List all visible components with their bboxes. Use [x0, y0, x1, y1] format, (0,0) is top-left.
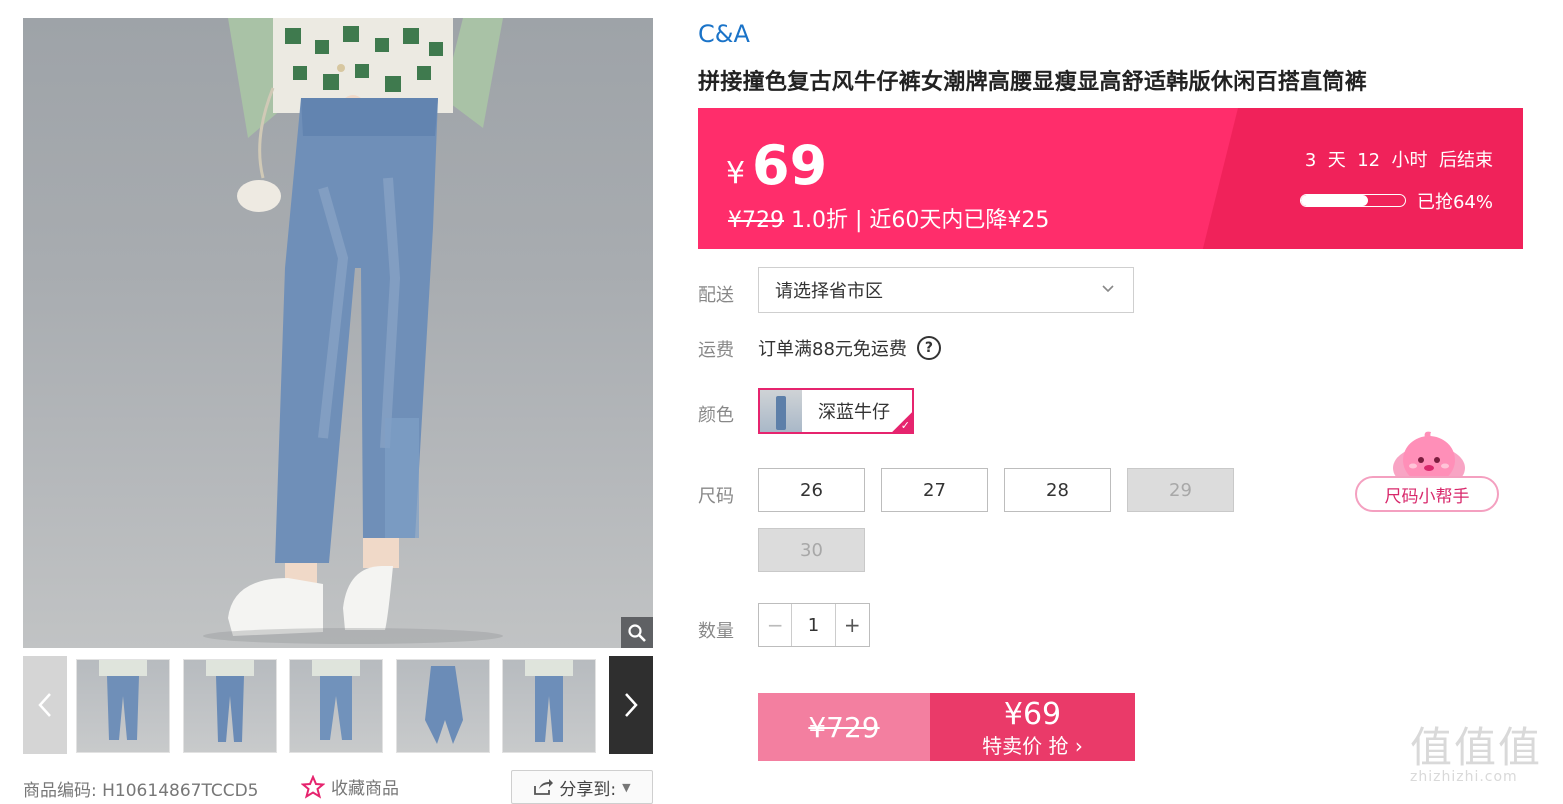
sold-progress-bar — [1300, 194, 1406, 207]
caret-down-icon: ▼ — [622, 780, 631, 794]
quantity-stepper: − 1 + — [758, 603, 870, 647]
color-option-name: 深蓝牛仔 — [818, 402, 890, 423]
share-icon — [534, 779, 554, 795]
favorite-label: 收藏商品 — [331, 779, 399, 799]
quantity-input[interactable]: 1 — [792, 604, 834, 646]
original-price: ¥729 — [728, 208, 784, 233]
magnifier-icon — [628, 623, 646, 642]
share-label: 分享到: — [559, 779, 617, 800]
price-subline: ¥729 1.0折 | 近60天内已降¥25 — [728, 202, 1049, 234]
main-product-image[interactable] — [23, 18, 653, 648]
flash-sale-banner: ¥ 69 ¥729 1.0折 | 近60天内已降¥25 3 天 12 小时 后结… — [698, 108, 1523, 249]
help-icon[interactable]: ? — [916, 336, 941, 360]
size-label: 尺码 — [698, 486, 734, 507]
share-button[interactable]: 分享到: ▼ — [511, 770, 653, 804]
size-option-29-unavailable: 29 — [1127, 468, 1234, 512]
quantity-increment-button[interactable]: + — [834, 604, 869, 646]
thumbnail-image[interactable] — [289, 659, 383, 753]
checkmark-icon: ✓ — [900, 419, 910, 432]
color-label: 颜色 — [698, 405, 734, 426]
delivery-label: 配送 — [698, 285, 734, 306]
watermark-logo: 值值值 — [1410, 723, 1543, 772]
discount-info: 1.0折 | 近60天内已降¥25 — [791, 208, 1050, 233]
countdown-timer: 3 天 12 小时 后结束 — [1304, 150, 1493, 171]
buy-button-price: ¥69 — [1003, 697, 1062, 732]
currency-symbol: ¥ — [726, 156, 746, 191]
product-code: 商品编码: H10614867TCCD5 — [23, 776, 259, 801]
size-option-27[interactable]: 27 — [881, 468, 988, 512]
zoom-button[interactable] — [621, 617, 653, 648]
thumb-jeans-icon — [206, 660, 254, 742]
thumb-next-button[interactable] — [609, 656, 653, 754]
region-select-value: 请选择省市区 — [775, 281, 883, 302]
quantity-decrement-button[interactable]: − — [759, 604, 793, 646]
size-option-26[interactable]: 26 — [758, 468, 865, 512]
chevron-right-icon — [625, 693, 638, 717]
jeans-photo-illustration — [203, 18, 503, 644]
quantity-label: 数量 — [698, 621, 734, 642]
chevron-down-icon — [1102, 285, 1114, 293]
shipping-info: 订单满88元免运费 ? — [758, 335, 941, 361]
size-option-28[interactable]: 28 — [1004, 468, 1111, 512]
original-price-panel: ¥729 — [758, 693, 930, 761]
buy-button-label: 特卖价 抢 › — [982, 734, 1083, 758]
thumbnail-image[interactable] — [183, 659, 277, 753]
sold-progress-fill — [1301, 195, 1368, 206]
color-swatch-thumbnail — [760, 390, 802, 432]
site-watermark: 值值值 zhizhizhi.com — [1410, 714, 1560, 800]
size-option-30-unavailable: 30 — [758, 528, 865, 572]
chevron-left-icon — [38, 693, 51, 717]
sale-price: 69 — [752, 134, 828, 197]
shipping-label: 运费 — [698, 340, 734, 361]
star-icon — [301, 774, 325, 799]
thumbnail-image[interactable] — [502, 659, 596, 753]
thumbnail-strip — [23, 656, 653, 754]
thumb-jeans-icon — [525, 660, 573, 742]
color-option-selected[interactable]: 深蓝牛仔 ✓ — [758, 388, 914, 434]
product-code-label: 商品编码: — [23, 781, 97, 801]
thumb-jeans-icon — [312, 660, 360, 740]
thumb-jeans-icon — [425, 666, 463, 744]
product-meta-row: 商品编码: H10614867TCCD5 收藏商品 分享到: ▼ — [23, 770, 663, 804]
thumb-prev-button[interactable] — [23, 656, 67, 754]
shipping-text: 订单满88元免运费 — [758, 339, 907, 360]
size-helper-widget[interactable]: 尺码小帮手 — [1355, 430, 1501, 514]
banner-slant-decoration — [1202, 108, 1523, 249]
product-title: 拼接撞色复古风牛仔裤女潮牌高腰显瘦显高舒适韩版休闲百搭直筒裤 — [698, 70, 1368, 95]
thumb-jeans-icon — [99, 660, 147, 740]
buy-now-button[interactable]: ¥69 特卖价 抢 › — [930, 693, 1135, 761]
thumbnail-image[interactable] — [396, 659, 490, 753]
brand-link[interactable]: C&A — [698, 20, 750, 48]
region-select[interactable]: 请选择省市区 — [758, 267, 1134, 313]
product-code-value: H10614867TCCD5 — [102, 781, 259, 801]
thumbnail-image[interactable] — [76, 659, 170, 753]
sold-percent-label: 已抢64% — [1416, 192, 1493, 213]
favorite-button[interactable]: 收藏商品 — [301, 774, 399, 799]
size-helper-button[interactable]: 尺码小帮手 — [1355, 476, 1499, 512]
